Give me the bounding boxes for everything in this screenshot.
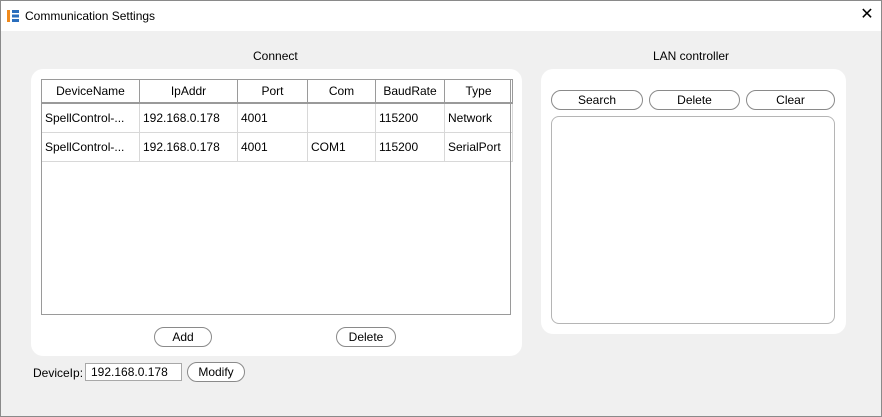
device-ip-input[interactable]: [85, 363, 182, 381]
table-row[interactable]: SpellControl-... 192.168.0.178 4001 COM1…: [41, 132, 513, 162]
communication-settings-window: Communication Settings ✕ Connect LAN con…: [0, 0, 882, 417]
delete-device-button[interactable]: Delete: [336, 327, 396, 347]
column-header-type[interactable]: Type: [444, 79, 513, 104]
connect-title: Connect: [253, 49, 298, 63]
column-header-baudrate[interactable]: BaudRate: [375, 79, 445, 104]
title-bar: Communication Settings ✕: [1, 1, 881, 31]
cell-port: 4001: [237, 102, 308, 133]
clear-button[interactable]: Clear: [746, 90, 835, 110]
cell-baudrate: 115200: [375, 102, 445, 133]
search-button[interactable]: Search: [551, 90, 643, 110]
device-table: DeviceName IpAddr Port Com BaudRate Type…: [41, 79, 513, 162]
table-row[interactable]: SpellControl-... 192.168.0.178 4001 1152…: [41, 102, 513, 133]
connect-panel: DeviceName IpAddr Port Com BaudRate Type…: [31, 69, 522, 356]
column-header-devicename[interactable]: DeviceName: [41, 79, 140, 104]
lan-controller-title: LAN controller: [653, 49, 730, 63]
device-ip-label: DeviceIp:: [33, 366, 84, 380]
cell-port: 4001: [237, 132, 308, 162]
window-title: Communication Settings: [25, 9, 156, 23]
cell-com: COM1: [307, 132, 376, 162]
cell-com: [307, 102, 376, 133]
table-header-row: DeviceName IpAddr Port Com BaudRate Type: [41, 79, 513, 104]
modify-button[interactable]: Modify: [187, 362, 245, 382]
cell-ipaddr: 192.168.0.178: [139, 102, 238, 133]
cell-devicename: SpellControl-...: [41, 132, 140, 162]
cell-type: Network: [444, 102, 513, 133]
cell-type: SerialPort: [444, 132, 513, 162]
close-icon[interactable]: ✕: [857, 4, 877, 26]
cell-devicename: SpellControl-...: [41, 102, 140, 133]
cell-baudrate: 115200: [375, 132, 445, 162]
delete-lan-button[interactable]: Delete: [649, 90, 740, 110]
lan-device-list[interactable]: [551, 116, 835, 324]
column-header-com[interactable]: Com: [307, 79, 376, 104]
add-button[interactable]: Add: [154, 327, 212, 347]
lan-controller-panel: Search Delete Clear: [541, 69, 846, 334]
app-icon: [7, 10, 19, 22]
column-header-port[interactable]: Port: [237, 79, 308, 104]
column-header-ipaddr[interactable]: IpAddr: [139, 79, 238, 104]
cell-ipaddr: 192.168.0.178: [139, 132, 238, 162]
